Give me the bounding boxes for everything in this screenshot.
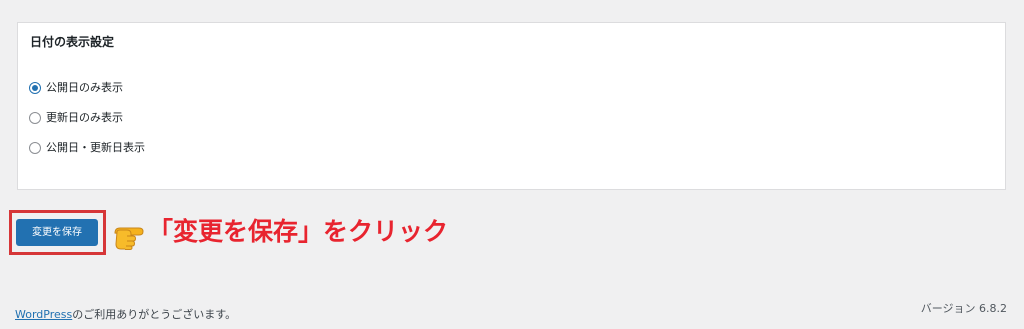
footer-credit: WordPressのご利用ありがとうございます。 [15, 306, 236, 322]
panel-title: 日付の表示設定 [30, 35, 115, 49]
instruction-annotation: 「変更を保存」をクリック [148, 217, 449, 246]
radio-button[interactable] [29, 112, 41, 124]
pointing-hand-icon [114, 227, 144, 250]
radio-button[interactable] [29, 82, 41, 94]
radio-button[interactable] [29, 142, 41, 154]
version-text: バージョン 6.8.2 [920, 302, 1007, 315]
wordpress-link[interactable]: WordPress [15, 308, 72, 321]
radio-option-updated-only[interactable]: 更新日のみ表示 [29, 111, 123, 125]
radio-label: 更新日のみ表示 [46, 111, 123, 124]
radio-label: 公開日のみ表示 [46, 81, 123, 94]
radio-option-published-and-updated[interactable]: 公開日・更新日表示 [29, 141, 145, 155]
date-display-settings-panel: 日付の表示設定 公開日のみ表示 更新日のみ表示 公開日・更新日表示 [17, 22, 1006, 190]
save-changes-button[interactable]: 変更を保存 [16, 219, 98, 246]
footer-thanks-text: のご利用ありがとうございます。 [72, 308, 237, 321]
radio-option-published-only[interactable]: 公開日のみ表示 [29, 81, 123, 95]
radio-label: 公開日・更新日表示 [46, 141, 145, 154]
